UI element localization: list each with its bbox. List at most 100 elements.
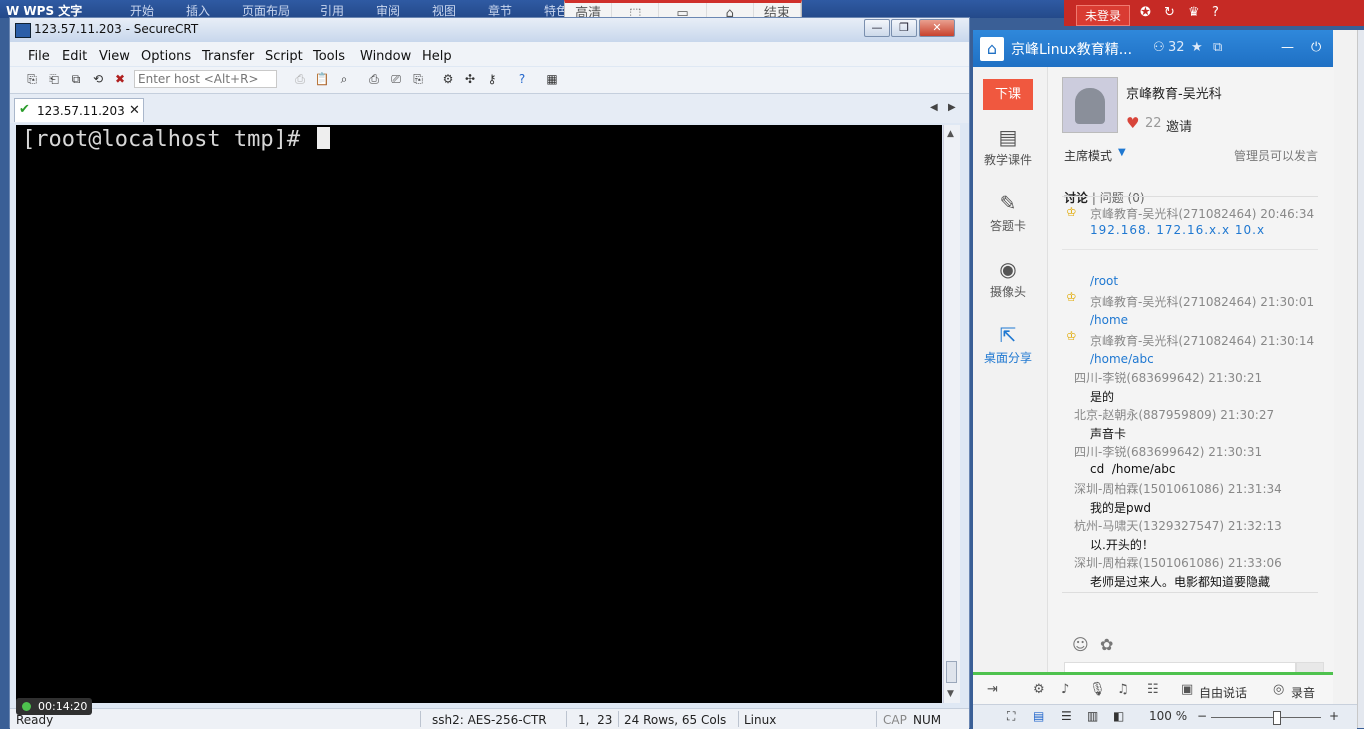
- print-selection-icon[interactable]: ⎚: [388, 71, 404, 87]
- menu-window[interactable]: Window: [360, 49, 411, 64]
- invite-link[interactable]: 邀请: [1166, 116, 1192, 135]
- menu-view[interactable]: View: [99, 49, 130, 64]
- nav-desktop-share-label: 桌面分享: [983, 351, 1032, 365]
- close-button[interactable]: ✕: [919, 19, 955, 37]
- message-body: cd /home/abc: [1090, 462, 1176, 476]
- free-talk-button[interactable]: 自由说话: [1199, 684, 1247, 701]
- scroll-thumb[interactable]: [946, 661, 957, 683]
- host-input[interactable]: [134, 70, 277, 88]
- speak-permission: 管理员可以发言: [1234, 149, 1319, 163]
- message-meta: 四川-李锐(683699642) 21:30:21: [1074, 371, 1263, 385]
- status-ready: Ready: [16, 713, 54, 727]
- tab-close-icon[interactable]: ✕: [129, 103, 140, 118]
- help-icon[interactable]: ?: [514, 71, 530, 87]
- tab-discuss[interactable]: 讨论: [1064, 191, 1088, 205]
- free-talk-icon: ▣: [1181, 682, 1194, 697]
- paste-icon[interactable]: 📋: [314, 71, 330, 87]
- terminal-area[interactable]: [root@localhost tmp]#: [16, 125, 942, 703]
- window-title: 123.57.11.203 - SecureCRT: [34, 22, 199, 36]
- tab-scroll-right-icon[interactable]: ▶: [948, 102, 956, 113]
- mixer-icon[interactable]: ☷: [1147, 682, 1159, 697]
- help-icon[interactable]: ?: [1212, 5, 1219, 20]
- microphone-icon[interactable]: 🎙: [1089, 682, 1106, 697]
- message-text: /root: [1090, 274, 1119, 288]
- page-view-icon[interactable]: ▤: [1033, 709, 1044, 723]
- vertical-scrollbar[interactable]: ▲ ▼: [943, 125, 960, 703]
- record-button[interactable]: 录音: [1291, 684, 1315, 701]
- message-meta: 深圳-周柏霖(1501061086) 21:31:34: [1074, 482, 1282, 496]
- settings-icon[interactable]: ⚙: [1033, 682, 1045, 697]
- fullscreen-icon[interactable]: ⛶: [1007, 709, 1015, 724]
- message-body: 声音卡: [1090, 427, 1127, 441]
- shirt-icon[interactable]: ♛: [1188, 5, 1200, 20]
- star-icon[interactable]: ★: [1191, 40, 1203, 55]
- status-terminal-size: 24 Rows, 65 Cols: [624, 713, 727, 727]
- connect-icon[interactable]: ⎘: [24, 71, 40, 87]
- keymap-icon[interactable]: ⚷: [484, 71, 500, 87]
- menu-transfer[interactable]: Transfer: [202, 49, 254, 64]
- nav-answer-card[interactable]: ✎ 答题卡: [973, 191, 1043, 234]
- menu-options[interactable]: Options: [141, 49, 191, 64]
- menu-edit[interactable]: Edit: [62, 49, 87, 64]
- minimize-icon[interactable]: —: [1281, 40, 1294, 55]
- sync-icon[interactable]: ↻: [1164, 5, 1175, 20]
- nav-desktop-share[interactable]: ⇱ 桌面分享: [973, 323, 1043, 366]
- maximize-button[interactable]: ❐: [891, 19, 917, 37]
- menu-bar: File Edit View Options Transfer Script T…: [10, 42, 969, 66]
- quick-connect-icon[interactable]: ⎗: [46, 71, 62, 87]
- menu-tools[interactable]: Tools: [313, 49, 345, 64]
- message-meta: 京峰教育-吴光科(271082464) 21:30:01: [1090, 295, 1315, 309]
- exit-icon[interactable]: ⇥: [987, 682, 998, 697]
- like-count: 22: [1145, 116, 1162, 131]
- title-bar[interactable]: 123.57.11.203 - SecureCRT — ❐ ✕: [10, 18, 969, 42]
- scroll-down-icon[interactable]: ▼: [947, 689, 954, 699]
- disconnect-icon[interactable]: ✖: [112, 71, 128, 87]
- flower-icon[interactable]: ✿: [1100, 635, 1113, 654]
- minimize-button[interactable]: —: [864, 19, 890, 37]
- zoom-out-icon[interactable]: −: [1197, 709, 1207, 723]
- session-options-icon[interactable]: ⚙: [440, 71, 456, 87]
- tab-question[interactable]: 问题: [1100, 191, 1124, 205]
- connect-tab-icon[interactable]: ⧉: [68, 71, 84, 87]
- sftp-icon[interactable]: ▦: [544, 71, 560, 87]
- wps-account-area: 未登录 ✪ ↻ ♛ ?: [1064, 0, 1364, 26]
- scroll-up-icon[interactable]: ▲: [947, 129, 954, 139]
- web-view-icon[interactable]: ▥: [1087, 709, 1098, 723]
- emoji-icon[interactable]: ☺: [1072, 635, 1089, 654]
- print-icon[interactable]: ⎙: [366, 71, 382, 87]
- power-icon[interactable]: ⏻: [1311, 40, 1321, 55]
- find-icon[interactable]: ⌕: [336, 71, 352, 87]
- nav-camera[interactable]: ◉ 摄像头: [973, 257, 1043, 300]
- nav-courseware[interactable]: ▤ 教学课件: [973, 125, 1043, 168]
- login-button[interactable]: 未登录: [1076, 5, 1131, 26]
- menu-help[interactable]: Help: [422, 49, 452, 64]
- nav-courseware-label: 教学课件: [983, 153, 1032, 167]
- read-view-icon[interactable]: ◧: [1113, 709, 1124, 723]
- teacher-avatar: [1062, 77, 1118, 133]
- reconnect-icon[interactable]: ⟲: [90, 71, 106, 87]
- outline-view-icon[interactable]: ☰: [1061, 709, 1072, 723]
- menu-file[interactable]: File: [28, 49, 50, 64]
- menu-script[interactable]: Script: [265, 49, 303, 64]
- panel-main: 京峰教育-吴光科 ♥ 22 邀请 主席模式 ▼ 管理员可以发言 讨论 | 问题 …: [1047, 67, 1334, 690]
- zoom-level: 100 %: [1149, 709, 1188, 723]
- zoom-slider[interactable]: [1211, 717, 1321, 718]
- popout-icon[interactable]: ⧉: [1213, 40, 1222, 55]
- zoom-slider-handle[interactable]: [1273, 711, 1281, 725]
- skin-icon[interactable]: ✪: [1140, 5, 1151, 20]
- courseware-icon: ▤: [998, 125, 1018, 149]
- chevron-down-icon[interactable]: ▼: [1118, 147, 1126, 158]
- copy-icon[interactable]: ⎙: [292, 71, 308, 87]
- print-setup-icon[interactable]: ⎘: [410, 71, 426, 87]
- heart-icon[interactable]: ♥: [1126, 114, 1139, 132]
- zoom-in-icon[interactable]: +: [1329, 709, 1339, 723]
- music-icon[interactable]: ♫: [1117, 682, 1129, 697]
- session-tab[interactable]: ✔ 123.57.11.203 ✕: [14, 98, 144, 122]
- tab-scroll-left-icon[interactable]: ◀: [930, 102, 938, 113]
- status-caps: CAP: [883, 713, 907, 727]
- global-options-icon[interactable]: ✣: [462, 71, 478, 87]
- mode-selector[interactable]: 主席模式: [1064, 147, 1112, 164]
- home-icon[interactable]: ⌂: [980, 37, 1004, 61]
- speaker-icon[interactable]: ♪: [1061, 682, 1069, 697]
- end-class-button[interactable]: 下课: [983, 79, 1033, 110]
